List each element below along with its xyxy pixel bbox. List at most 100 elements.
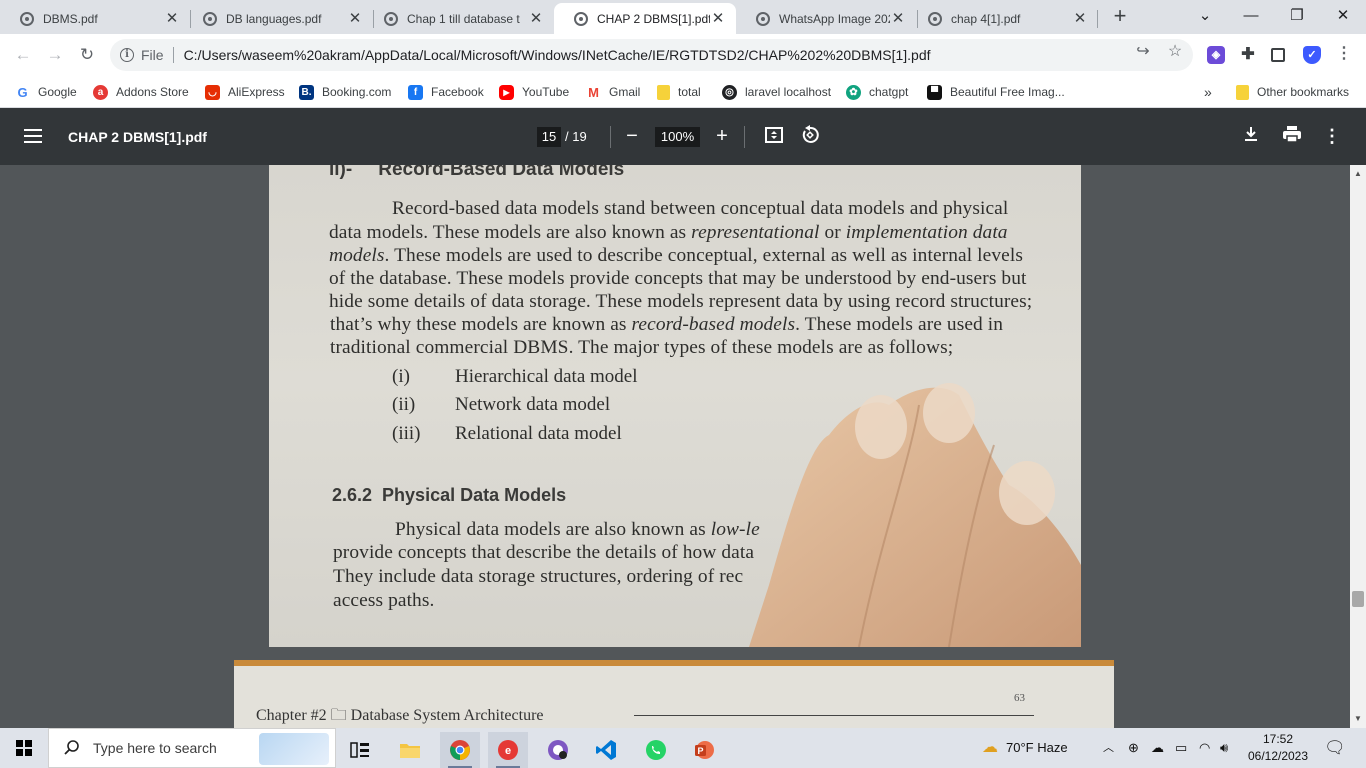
taskbar-search-box[interactable]: Type here to search (48, 728, 336, 768)
bookmark-laravel-localhost[interactable]: ◎ laravel localhost (722, 83, 831, 101)
vpn-extension-icon[interactable]: ◈ (1207, 46, 1225, 64)
screen-recorder-icon[interactable] (538, 732, 578, 768)
onedrive-icon[interactable]: ☁ (1151, 728, 1164, 768)
wifi-icon[interactable]: ◠ (1199, 728, 1210, 768)
globe-icon (928, 11, 942, 26)
tab-search-dropdown-icon[interactable]: ⌄ (1182, 3, 1228, 29)
tab-chap4[interactable]: chap 4[1].pdf ✕ (908, 3, 1098, 34)
zoom-out-button[interactable]: − (620, 125, 644, 149)
bookmark-unsplash[interactable]: ▀ Beautiful Free Imag... (927, 83, 1065, 101)
close-icon[interactable]: ✕ (528, 10, 544, 27)
scroll-up-arrow-icon[interactable]: ▲ (1350, 167, 1366, 181)
bookmark-google[interactable]: G Google (15, 83, 76, 101)
pdf-document-area[interactable]: ii)- Record-Based Data Models Record-base… (0, 165, 1366, 728)
weather-text: 70°F Haze (1006, 740, 1068, 755)
powerpoint-icon[interactable]: P (684, 732, 724, 768)
back-arrow-icon[interactable]: ← (10, 42, 36, 68)
search-highlight-snowman-icon[interactable] (259, 733, 329, 765)
download-icon[interactable] (1240, 125, 1262, 147)
notifications-icon[interactable]: 🗨︎ (1324, 728, 1346, 768)
file-explorer-icon[interactable] (390, 732, 430, 768)
paragraph-line: that’s why these models are known as rec… (330, 314, 1004, 335)
gmail-icon: M (588, 84, 599, 100)
bookmark-facebook[interactable]: f Facebook (408, 83, 484, 101)
side-panel-icon[interactable] (1271, 48, 1285, 62)
paragraph-line: Record-based data models stand between c… (392, 198, 1009, 219)
restore-button[interactable]: ❐ (1274, 3, 1320, 29)
rotate-icon[interactable] (799, 125, 821, 147)
share-icon[interactable]: ↪ (1133, 42, 1153, 62)
address-bar[interactable]: i File C:/Users/waseem%20akram/AppData/L… (110, 39, 1193, 71)
browser-toolbar: ← → ↻ i File C:/Users/waseem%20akram/App… (0, 34, 1366, 76)
tab-chap2-active[interactable]: CHAP 2 DBMS[1].pdf ✕ (554, 3, 736, 34)
unsplash-icon: ▀ (927, 84, 942, 100)
tray-overflow-chevron-icon[interactable]: ︿ (1103, 728, 1114, 768)
close-icon[interactable]: ✕ (347, 10, 363, 27)
chapter-number: Chapter #2 (256, 707, 327, 724)
section-number: ii)- (329, 165, 353, 180)
app-red-icon[interactable]: e (488, 732, 528, 768)
meet-now-icon[interactable]: ⊕ (1128, 728, 1139, 768)
weather-widget[interactable]: ☁ 70°F Haze (982, 728, 1068, 768)
tab-dbms[interactable]: DBMS.pdf ✕ (0, 3, 190, 34)
close-icon[interactable]: ✕ (1072, 10, 1088, 27)
scrollbar-thumb[interactable] (1352, 591, 1364, 607)
print-icon[interactable] (1281, 125, 1303, 147)
bookmark-gmail[interactable]: M Gmail (586, 83, 640, 101)
zoom-level-input[interactable]: 100% (655, 127, 700, 147)
fit-to-page-icon[interactable] (763, 125, 785, 147)
tab-whatsapp-image[interactable]: WhatsApp Image 202 ✕ (736, 3, 916, 34)
bookmark-label: AliExpress (228, 85, 285, 99)
hamburger-menu-icon[interactable] (24, 129, 42, 143)
facebook-icon: f (408, 84, 423, 100)
extensions-puzzle-icon[interactable]: ✚ (1239, 46, 1257, 64)
info-icon[interactable]: i (120, 48, 134, 62)
toolbar-divider (744, 126, 745, 148)
bookmark-chatgpt[interactable]: ✿ chatgpt (846, 83, 908, 101)
tab-title: chap 4[1].pdf (951, 11, 1021, 26)
whatsapp-icon[interactable] (636, 732, 676, 768)
page-number-input[interactable]: 15 (537, 127, 561, 147)
close-icon[interactable]: ✕ (890, 10, 906, 27)
list-item: Relational data model (455, 423, 622, 444)
tab-db-languages[interactable]: DB languages.pdf ✕ (183, 3, 373, 34)
vscode-icon[interactable] (586, 732, 626, 768)
other-bookmarks-folder[interactable]: Other bookmarks (1236, 83, 1349, 101)
battery-icon[interactable]: ▭ (1175, 728, 1187, 768)
close-icon[interactable]: ✕ (164, 10, 180, 27)
chrome-icon[interactable] (440, 732, 480, 768)
vertical-scrollbar[interactable] (1350, 165, 1366, 728)
bookmark-folder-total[interactable]: total (657, 83, 701, 101)
system-clock[interactable]: 17:52 06/12/2023 (1240, 731, 1316, 765)
bookmark-star-icon[interactable]: ☆ (1165, 42, 1185, 62)
scroll-down-arrow-icon[interactable]: ▼ (1350, 712, 1366, 726)
task-view-icon[interactable] (340, 732, 380, 768)
bookmark-booking[interactable]: B. Booking.com (299, 83, 391, 101)
bookmark-addons-store[interactable]: a Addons Store (93, 83, 189, 101)
forward-arrow-icon[interactable]: → (42, 42, 68, 68)
shield-extension-icon[interactable]: ✓ (1303, 46, 1321, 64)
list-number: (i) (392, 366, 410, 387)
volume-icon[interactable]: 🔊︎ (1220, 728, 1228, 768)
paragraph-line: provide concepts that describe the detai… (333, 542, 755, 563)
windows-start-icon[interactable] (0, 728, 48, 768)
minimize-button[interactable]: — (1228, 3, 1274, 29)
bookmarks-overflow-chevron-icon[interactable]: » (1204, 83, 1212, 101)
more-options-icon[interactable]: ⋮ (1321, 125, 1343, 147)
paragraph-line: hide some details of data storage. These… (329, 291, 1033, 312)
list-number: (iii) (392, 423, 421, 444)
new-tab-button[interactable]: + (1108, 5, 1132, 29)
list-number: (ii) (392, 394, 416, 415)
bookmark-youtube[interactable]: ▶ YouTube (499, 83, 569, 101)
menu-kebab-icon[interactable]: ⋮ (1334, 44, 1354, 64)
close-icon[interactable]: ✕ (710, 10, 726, 27)
close-window-button[interactable]: ✕ (1320, 3, 1366, 29)
tab-chap1[interactable]: Chap 1 till database t ✕ (364, 3, 554, 34)
bookmark-aliexpress[interactable]: ◡ AliExpress (205, 83, 285, 101)
svg-text:e: e (505, 745, 511, 757)
zoom-in-button[interactable]: + (710, 125, 734, 149)
bookmarks-bar: G Google a Addons Store ◡ AliExpress B. … (0, 76, 1366, 108)
url-text[interactable]: C:/Users/waseem%20akram/AppData/Local/Mi… (184, 47, 931, 63)
list-item: Network data model (455, 394, 611, 415)
reload-icon[interactable]: ↻ (74, 42, 100, 68)
